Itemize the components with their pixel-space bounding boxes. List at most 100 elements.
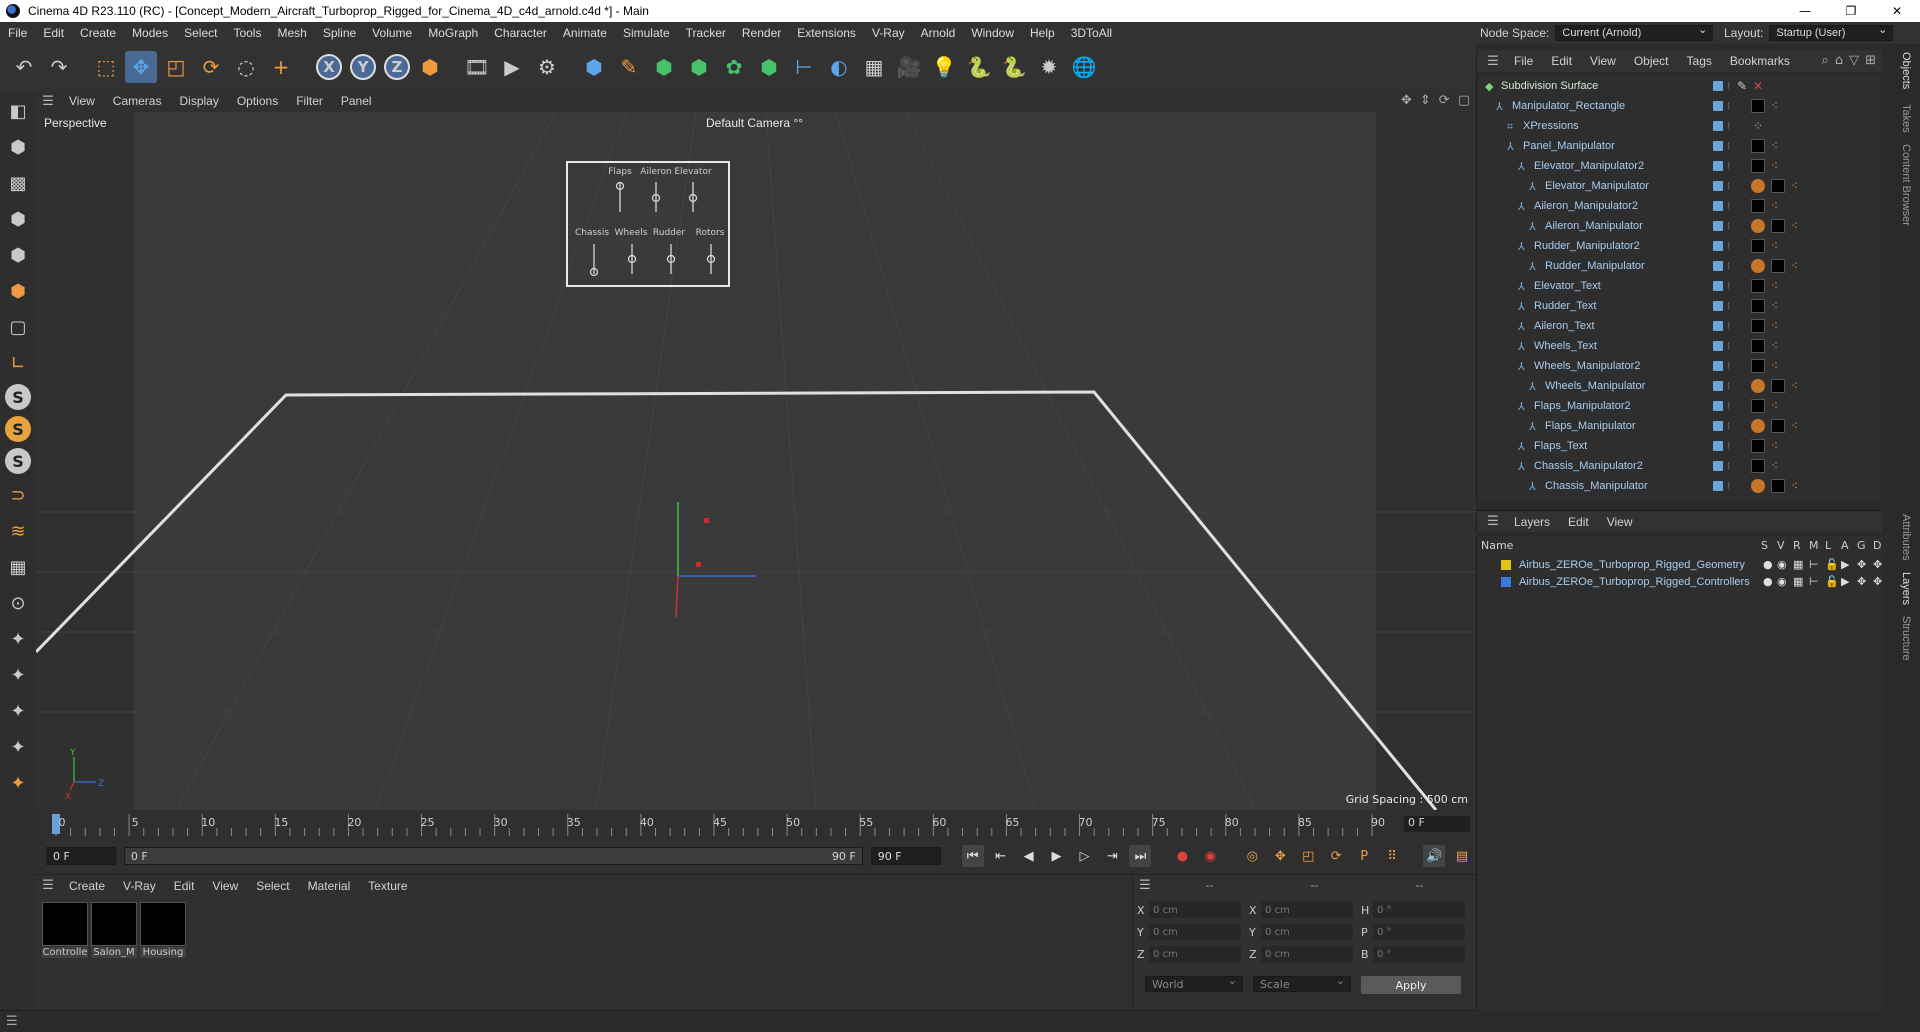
layer-row[interactable]: Airbus_ZEROe_Turboprop_Rigged_Geometry ●…	[1477, 556, 1883, 573]
layer-color-chip[interactable]	[1713, 441, 1723, 451]
end-frame-field[interactable]: 90 F	[870, 847, 941, 865]
object-row[interactable]: ◆ Subdivision Surface ⁝ ✎ ✕	[1477, 76, 1882, 96]
viewport-menu-panel[interactable]: Panel	[332, 94, 381, 108]
visibility-dots-icon[interactable]: ⁝	[1727, 301, 1730, 312]
hamburger-icon[interactable]: ☰	[6, 1014, 18, 1029]
x-axis-lock-button[interactable]: X	[316, 54, 342, 80]
menu-extensions[interactable]: Extensions	[789, 26, 864, 40]
menu-window[interactable]: Window	[963, 26, 1022, 40]
menu-create[interactable]: Create	[72, 26, 124, 40]
layer-color-chip[interactable]	[1713, 161, 1723, 171]
object-manager-scrollbar[interactable]	[1880, 76, 1890, 502]
protection-tag-icon[interactable]	[1751, 479, 1765, 493]
snap-icon[interactable]: S	[5, 384, 31, 410]
motion-system-button[interactable]: 🔊	[1423, 845, 1446, 867]
record-button[interactable]: ●	[1171, 845, 1193, 867]
position-z-field[interactable]: 0 cm	[1149, 946, 1241, 962]
active-camera-label[interactable]: Default Camera °°	[706, 116, 803, 130]
material-tag-icon[interactable]	[1771, 379, 1785, 393]
maximize-button[interactable]: ❐	[1828, 0, 1874, 22]
go-to-start-button[interactable]: ⏮	[961, 845, 984, 867]
visibility-dots-icon[interactable]: ⁝	[1727, 101, 1730, 112]
filter-icon[interactable]: ▽	[1849, 53, 1859, 68]
object-menu-edit[interactable]: Edit	[1542, 54, 1581, 68]
tab-objects[interactable]: Objects	[1900, 52, 1912, 89]
layer-color-chip[interactable]	[1713, 341, 1723, 351]
visibility-dots-icon[interactable]: ⁝	[1727, 141, 1730, 152]
object-row[interactable]: ⅄ Manipulator_Rectangle ⁝ ⁖	[1477, 96, 1882, 116]
layer-color-chip[interactable]	[1713, 261, 1723, 271]
texture-mode-icon[interactable]: ▩	[3, 168, 33, 198]
viewport-menu-options[interactable]: Options	[228, 94, 287, 108]
grid-icon[interactable]: ▦	[3, 552, 33, 582]
object-row[interactable]: ⅄ Panel_Manipulator ⁝ ⁖	[1477, 136, 1882, 156]
visibility-dots-icon[interactable]: ⁝	[1727, 161, 1730, 172]
coordinate-system-icon[interactable]: ⬢	[414, 51, 446, 83]
material-menu-material[interactable]: Material	[299, 879, 360, 893]
perspective-viewport[interactable]: Flaps Aileron Elevator Chassis Wheels Ru…	[36, 112, 1476, 810]
xpresso-tag-icon[interactable]: ⁖	[1791, 479, 1798, 493]
autokey-button[interactable]: ◉	[1199, 845, 1221, 867]
menu-tracker[interactable]: Tracker	[678, 26, 734, 40]
render-settings-icon[interactable]: ⚙	[531, 51, 563, 83]
visibility-dots-icon[interactable]: ⁝	[1727, 81, 1730, 92]
rotation-b-field[interactable]: 0 °	[1373, 946, 1465, 962]
material-menu-create[interactable]: Create	[60, 879, 114, 893]
visibility-dots-icon[interactable]: ⁝	[1727, 401, 1730, 412]
orbit-icon[interactable]: ⟳	[1439, 93, 1450, 108]
lock-icon[interactable]: 🔓	[1825, 575, 1839, 588]
layer-col-view[interactable]: V	[1777, 539, 1785, 552]
animation-icon[interactable]: ▶	[1841, 558, 1849, 571]
maximize-view-icon[interactable]: ▢	[1458, 93, 1470, 108]
object-row[interactable]: ⅄ Wheels_Manipulator ⁝ ⁖	[1477, 376, 1882, 396]
record-pla-button[interactable]: ⠿	[1381, 845, 1403, 867]
deformer-icon[interactable]: ✥	[1873, 575, 1882, 588]
previous-key-button[interactable]: ⇤	[990, 845, 1012, 867]
xpresso-tag-icon[interactable]: ⁖	[1771, 319, 1778, 333]
uv-mode-icon[interactable]: ▢	[3, 312, 33, 342]
paint-icon[interactable]: ✦	[3, 624, 33, 654]
python-script-icon[interactable]: 🐍	[998, 51, 1030, 83]
move-tool-icon[interactable]: ✥	[125, 51, 157, 83]
record-scale-button[interactable]: ◰	[1297, 845, 1319, 867]
material-salon[interactable]: Salon_M	[91, 902, 137, 958]
layer-color-chip[interactable]	[1713, 321, 1723, 331]
visibility-dots-icon[interactable]: ⁝	[1727, 361, 1730, 372]
menu-volume[interactable]: Volume	[364, 26, 420, 40]
tab-content-browser[interactable]: Content Browser	[1900, 144, 1912, 226]
viewport-menu-display[interactable]: Display	[170, 94, 227, 108]
hamburger-icon[interactable]: ☰	[36, 878, 60, 893]
manager-icon[interactable]: ⊢	[1809, 575, 1819, 588]
weight-icon[interactable]: ✦	[3, 696, 33, 726]
menu-render[interactable]: Render	[734, 26, 789, 40]
deformer-icon[interactable]: ✥	[1873, 558, 1882, 571]
play-button[interactable]: ▶	[1046, 845, 1068, 867]
object-row[interactable]: ⅄ Rudder_Manipulator2 ⁝ ⁖	[1477, 236, 1882, 256]
start-frame-field[interactable]: 0 F	[46, 847, 116, 865]
transform-tool-icon[interactable]: +	[265, 51, 297, 83]
xpresso-tag-icon[interactable]: ⁖	[1791, 219, 1798, 233]
record-rotation-button[interactable]: ⟳	[1325, 845, 1347, 867]
menu-character[interactable]: Character	[486, 26, 555, 40]
xpresso-tag-icon[interactable]: ⁖	[1771, 239, 1778, 253]
xpresso-tag-icon[interactable]: ⁖	[1771, 299, 1778, 313]
material-menu-edit[interactable]: Edit	[165, 879, 204, 893]
xpresso-tag-icon[interactable]: ⁖	[1771, 159, 1778, 173]
visibility-dots-icon[interactable]: ⁝	[1727, 261, 1730, 272]
menu-animate[interactable]: Animate	[555, 26, 615, 40]
menu-mograph[interactable]: MoGraph	[420, 26, 486, 40]
size-z-field[interactable]: 0 cm	[1261, 946, 1353, 962]
globe-icon[interactable]: 🌐	[1068, 51, 1100, 83]
rotation-h-field[interactable]: 0 °	[1373, 902, 1465, 918]
material-tag-icon[interactable]	[1751, 199, 1765, 213]
object-menu-file[interactable]: File	[1505, 54, 1542, 68]
eye-icon[interactable]: ◉	[1777, 575, 1787, 588]
quantize-icon[interactable]: S	[5, 448, 31, 474]
home-icon[interactable]: ⌂	[1835, 53, 1843, 68]
render-picture-viewer-icon[interactable]: ▶	[496, 51, 528, 83]
menu-file[interactable]: File	[0, 26, 35, 40]
position-x-field[interactable]: 0 cm	[1149, 902, 1241, 918]
timeline-window-button[interactable]: ▤	[1451, 845, 1473, 867]
material-housing[interactable]: Housing	[140, 902, 186, 958]
material-tag-icon[interactable]	[1751, 159, 1765, 173]
